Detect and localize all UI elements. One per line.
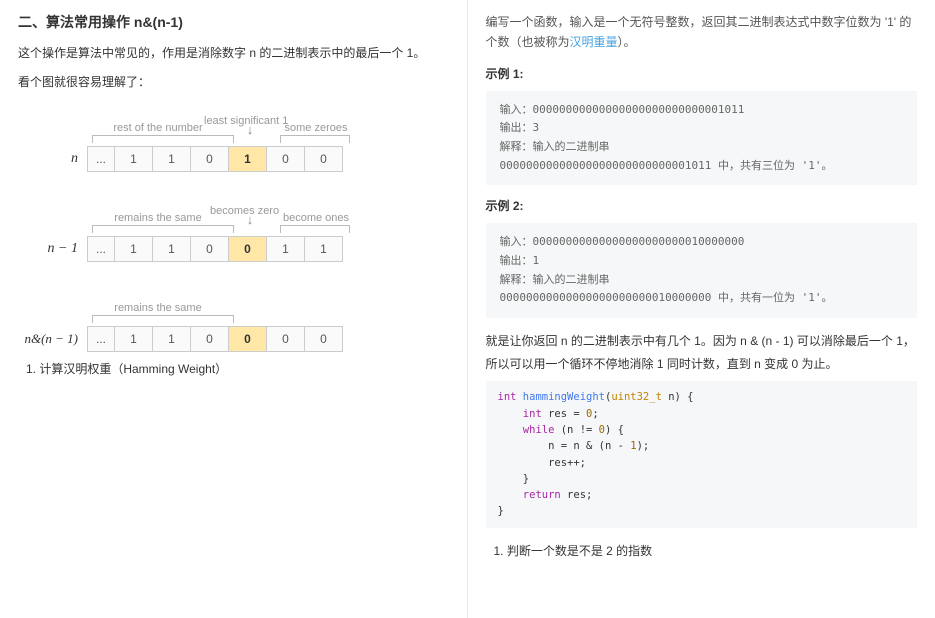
bit-cell: 1: [114, 146, 153, 172]
left-column: 二、算法常用操作 n&(n-1) 这个操作是算法中常见的，作用是消除数字 n 的…: [0, 0, 468, 618]
example-2-title: 示例 2:: [486, 195, 918, 218]
right-column: 编写一个函数，输入是一个无符号整数，返回其二进制表达式中数字位数为 '1' 的个…: [468, 0, 935, 618]
bit-cell: 0: [304, 326, 343, 352]
bit-cell: ...: [87, 326, 115, 352]
diagram-n: rest of the number least significant 1 ↓…: [22, 108, 445, 172]
intro-text-2: 看个图就很容易理解了：: [18, 71, 449, 94]
bit-cell: 0: [190, 146, 229, 172]
bit-cell: 1: [152, 146, 191, 172]
bit-cell-highlight: 1: [228, 146, 267, 172]
diag2-label-left: remains the same: [88, 212, 228, 224]
ordered-item-1: 1. 计算汉明权重（Hamming Weight）: [26, 358, 449, 381]
bit-cell: ...: [87, 146, 115, 172]
bit-cell-highlight: 0: [228, 326, 267, 352]
problem-tail: ）。: [618, 35, 636, 49]
bit-cell: 0: [266, 146, 305, 172]
diag2-label-right: become ones: [272, 212, 360, 224]
bit-cell: 1: [304, 236, 343, 262]
bit-cell: 0: [190, 326, 229, 352]
solution-explanation: 就是让你返回 n 的二进制表示中有几个 1。因为 n & (n - 1) 可以消…: [486, 330, 918, 376]
diag1-label-mid: least significant 1: [204, 115, 248, 127]
bit-cell: 0: [266, 326, 305, 352]
diagram-n-and-n-minus-1: remains the same n&(n − 1) ... 1 1 0 0 0…: [22, 288, 445, 352]
diag2-rowlabel: n − 1: [22, 241, 88, 257]
ordered-item-2: 1. 判断一个数是不是 2 的指数: [494, 540, 918, 563]
diag1-label-right: some zeroes: [272, 122, 360, 134]
bit-cell-highlight: 0: [228, 236, 267, 262]
example-1-title: 示例 1:: [486, 63, 918, 86]
code-block: int hammingWeight(uint32_t n) { int res …: [486, 381, 918, 527]
bit-cell: 1: [152, 236, 191, 262]
diag3-rowlabel: n&(n − 1): [22, 331, 88, 347]
hamming-weight-link[interactable]: 汉明重量: [570, 35, 618, 49]
bit-cell: 1: [114, 236, 153, 262]
bit-cell: 1: [114, 326, 153, 352]
bit-cell: 0: [304, 146, 343, 172]
bit-cell: ...: [87, 236, 115, 262]
example-1-block: 输入：00000000000000000000000000001011 输出：3…: [486, 91, 918, 186]
problem-description: 编写一个函数，输入是一个无符号整数，返回其二进制表达式中数字位数为 '1' 的个…: [486, 12, 918, 53]
bit-cell: 1: [266, 236, 305, 262]
section-heading: 二、算法常用操作 n&(n-1): [18, 12, 449, 32]
diagram-n-minus-1: remains the same becomes zero ↓ become o…: [22, 198, 445, 262]
example-2-block: 输入：00000000000000000000000010000000 输出：1…: [486, 223, 918, 318]
bit-cell: 0: [190, 236, 229, 262]
problem-text: 编写一个函数，输入是一个无符号整数，返回其二进制表达式中数字位数为 '1' 的个…: [486, 15, 912, 49]
diag2-label-mid: becomes zero: [210, 205, 254, 217]
intro-text-1: 这个操作是算法中常见的，作用是消除数字 n 的二进制表示中的最后一个 1。: [18, 42, 449, 65]
diag3-label-left: remains the same: [88, 302, 228, 314]
bit-cell: 1: [152, 326, 191, 352]
diag1-rowlabel: n: [22, 151, 88, 167]
